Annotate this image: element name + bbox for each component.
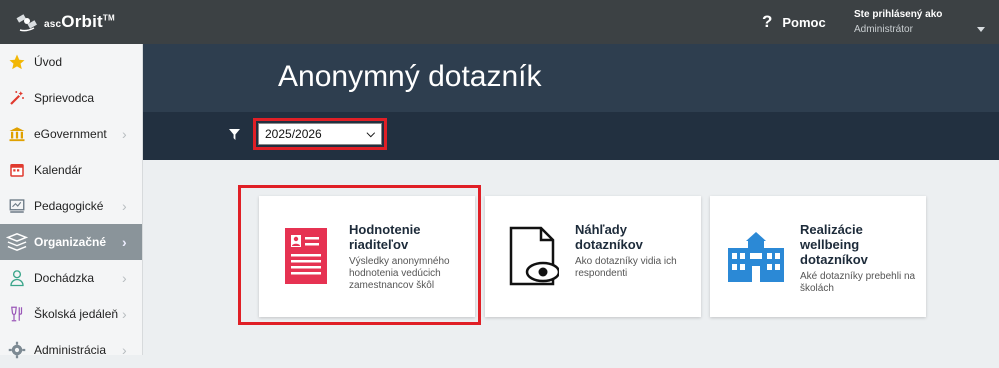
card-realizacie-wellbeing[interactable]: Realizácie wellbeing dotazníkov Aké dota…	[710, 196, 926, 317]
school-year-select[interactable]: 2025/2026 ⌵	[258, 123, 382, 145]
sidebar-item-label: Dochádzka	[34, 271, 95, 285]
document-eye-icon	[509, 226, 559, 286]
satellite-icon	[16, 14, 37, 32]
sidebar-item-label: Pedagogické	[34, 199, 104, 213]
chevron-down-icon: ⌵	[366, 127, 375, 140]
sidebar-item-label: Sprievodca	[34, 91, 95, 105]
question-icon: ?	[762, 12, 773, 31]
school-building-icon	[728, 232, 784, 282]
calendar-icon	[0, 161, 34, 179]
sidebar-item-label: Organizačné	[34, 235, 107, 249]
chevron-right-icon: ›	[122, 306, 127, 322]
sidebar-item-kalendar[interactable]: Kalendár	[0, 152, 142, 188]
sidebar-item-pedagogicke[interactable]: Pedagogické ›	[0, 188, 142, 224]
sidebar: Úvod Sprievodca eGovernment › Kalendár P…	[0, 44, 143, 359]
card-description: Ako dotazníky vidia ich respondenti	[575, 256, 677, 279]
card-highlight-frame	[238, 185, 481, 325]
filter-bar: 2025/2026 ⌵	[143, 112, 999, 160]
page-title: Anonymný dotazník	[278, 60, 542, 93]
chevron-down-icon[interactable]	[977, 27, 985, 32]
magic-wand-icon	[0, 89, 34, 107]
sidebar-item-egovernment[interactable]: eGovernment ›	[0, 116, 142, 152]
sidebar-item-organizacne[interactable]: Organizačné ›	[0, 224, 142, 260]
sidebar-item-uvod[interactable]: Úvod	[0, 44, 142, 80]
user-name: Administrátor	[854, 24, 913, 35]
chevron-right-icon: ›	[122, 270, 127, 286]
bank-icon	[0, 125, 34, 143]
person-icon	[0, 269, 34, 287]
user-menu[interactable]: Ste prihlásený ako Administrátor	[854, 9, 942, 35]
help-button[interactable]: ? Pomoc	[762, 12, 826, 32]
chevron-right-icon: ›	[122, 198, 127, 214]
whiteboard-icon	[0, 197, 34, 215]
chevron-right-icon: ›	[122, 342, 127, 358]
page-header: Anonymný dotazník	[143, 44, 999, 112]
ascorbit-logo[interactable]: ascOrbitTM	[14, 8, 115, 36]
help-label: Pomoc	[782, 14, 826, 30]
gear-icon	[0, 341, 34, 359]
chevron-right-icon: ›	[122, 126, 127, 142]
sidebar-item-administracia[interactable]: Administrácia ›	[0, 332, 142, 368]
sidebar-item-label: eGovernment	[34, 127, 107, 141]
card-nahlady-dotaznikov[interactable]: Náhľady dotazníkov Ako dotazníky vidia i…	[485, 196, 701, 317]
glass-icon	[0, 305, 34, 323]
logo-small-text: asc	[44, 19, 62, 30]
filter-icon	[229, 129, 240, 140]
school-year-value: 2025/2026	[265, 127, 322, 141]
logo-main-text: Orbit	[61, 12, 103, 31]
sidebar-item-label: Úvod	[34, 55, 63, 69]
sidebar-item-label: Kalendár	[34, 163, 83, 177]
main-content: Hodnotenie riaditeľov Výsledky anonymnéh…	[143, 160, 999, 355]
chevron-right-icon: ›	[122, 234, 127, 250]
card-title: Realizácie wellbeing dotazníkov	[800, 222, 868, 267]
layers-icon	[0, 232, 34, 252]
sidebar-item-label: Školská jedáleň	[34, 307, 119, 321]
logo-tm: TM	[102, 13, 115, 23]
sidebar-item-skolska-jedalen[interactable]: Školská jedáleň ›	[0, 296, 142, 332]
star-icon	[0, 53, 34, 71]
card-title: Náhľady dotazníkov	[575, 222, 643, 252]
card-description: Aké dotazníky prebehli na školách	[800, 271, 916, 294]
sidebar-item-sprievodca[interactable]: Sprievodca	[0, 80, 142, 116]
logged-in-as-label: Ste prihlásený ako	[854, 9, 943, 20]
top-bar: ascOrbitTM ? Pomoc Ste prihlásený ako Ad…	[0, 0, 999, 44]
sidebar-item-dochadzka[interactable]: Dochádzka ›	[0, 260, 142, 296]
year-select-highlight: 2025/2026 ⌵	[253, 118, 387, 150]
